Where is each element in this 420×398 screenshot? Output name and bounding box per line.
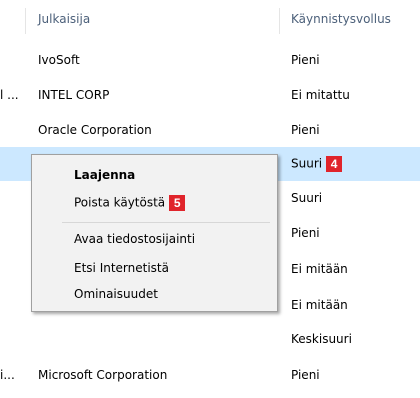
table-row[interactable]: IvoSoft Pieni (0, 44, 420, 78)
row-startup-impact: Ei mitään (291, 298, 348, 312)
column-header-bar: Julkaisija Käynnistysvollus (0, 0, 420, 40)
step-badge-5: 5 (169, 195, 186, 211)
menu-item-open-file-location[interactable]: Avaa tiedostosijainti (74, 232, 195, 246)
column-header-startup-impact[interactable]: Käynnistysvollus (291, 12, 391, 26)
row-startup-impact: Suuri 4 (291, 156, 343, 172)
context-menu: Laajenna Poista käytöstä 5 Avaa tiedostos… (31, 154, 278, 312)
table-row[interactable]: l ... INTEL CORP Ei mitattu (0, 79, 420, 113)
step-badge-4: 4 (326, 156, 343, 172)
menu-item-disable[interactable]: Poista käytöstä 5 (74, 195, 186, 211)
column-separator[interactable] (25, 8, 26, 34)
row-startup-impact: Suuri (291, 191, 323, 205)
table-row[interactable]: Keskisuuri (0, 323, 420, 357)
menu-item-disable-label: Poista käytöstä (74, 195, 166, 210)
menu-item-search-online[interactable]: Etsi Internetistä (74, 261, 169, 275)
row-startup-impact-text: Suuri (291, 156, 323, 171)
row-publisher: IvoSoft (38, 53, 80, 67)
row-startup-impact: Ei mitään (291, 262, 348, 276)
column-header-publisher[interactable]: Julkaisija (38, 12, 90, 26)
row-startup-impact: Pieni (291, 53, 320, 67)
row-publisher: INTEL CORP (38, 88, 110, 102)
row-publisher: Microsoft Corporation (38, 368, 168, 382)
menu-item-expand[interactable]: Laajenna (74, 168, 135, 182)
row-name: i... (0, 368, 15, 382)
table-row[interactable]: Oracle Corporation Pieni (0, 114, 420, 148)
row-startup-impact: Pieni (291, 368, 320, 382)
row-startup-impact: Ei mitattu (291, 88, 350, 102)
row-startup-impact: Pieni (291, 226, 320, 240)
menu-item-properties[interactable]: Ominaisuudet (74, 287, 158, 301)
column-separator[interactable] (279, 8, 280, 34)
row-startup-impact: Pieni (291, 123, 320, 137)
row-publisher: Oracle Corporation (38, 123, 152, 137)
table-row[interactable]: i... Microsoft Corporation Pieni (0, 359, 420, 393)
menu-separator (62, 222, 270, 223)
row-startup-impact: Keskisuuri (291, 332, 352, 346)
row-name: l ... (0, 88, 19, 102)
